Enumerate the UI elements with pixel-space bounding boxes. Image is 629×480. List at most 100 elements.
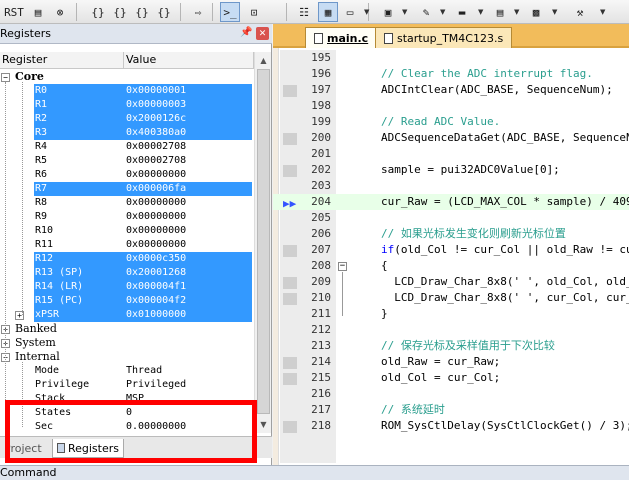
code-line[interactable]: 214 old_Raw = cur_Raw; [273, 354, 629, 370]
code-line[interactable]: 203 [273, 178, 629, 194]
register-value[interactable]: Privileged [124, 378, 252, 392]
register-row[interactable]: R3 0x400380a0 [0, 126, 254, 140]
dropdown-arrow-icon[interactable]: ▼ [552, 3, 560, 21]
code-line[interactable]: 199 // Read ADC Value. [273, 114, 629, 130]
register-row[interactable]: + xPSR 0x01000000 [0, 308, 254, 322]
register-value[interactable]: 0x000004f1 [124, 280, 252, 294]
toolbar-button-icon[interactable]: ▬ [452, 2, 472, 22]
scroll-up-arrow-icon[interactable]: ▲ [257, 54, 270, 67]
register-value[interactable]: 0x00002708 [124, 140, 252, 154]
toolbar-button-icon[interactable]: ▤ [490, 2, 510, 22]
scroll-down-arrow-icon[interactable]: ▼ [257, 418, 270, 431]
dropdown-arrow-icon[interactable]: ▼ [600, 3, 608, 21]
register-row[interactable]: Privilege Privileged [0, 378, 254, 392]
code-line[interactable]: 200 ADCSequenceDataGet(ADC_BASE, Sequence… [273, 130, 629, 146]
register-value[interactable]: 0 [124, 406, 252, 420]
pin-icon[interactable]: 📌 [240, 27, 252, 38]
code-line[interactable]: 205 [273, 210, 629, 226]
collapse-icon[interactable]: − [1, 73, 10, 82]
toolbar-button-icon[interactable]: {} [110, 2, 130, 22]
tree-group-internal[interactable]: − Internal [0, 350, 254, 364]
register-row[interactable]: R9 0x00000000 [0, 210, 254, 224]
register-value[interactable]: 0.00000000 [124, 420, 252, 433]
scroll-thumb[interactable] [257, 69, 270, 414]
tab-registers[interactable]: Registers [52, 439, 124, 458]
register-row[interactable]: Mode Thread [0, 364, 254, 378]
toolbar-button-icon[interactable]: {} [132, 2, 152, 22]
register-row[interactable]: R7 0x000006fa [0, 182, 254, 196]
dropdown-arrow-icon[interactable]: ▼ [364, 3, 372, 21]
register-row[interactable]: Stack MSP [0, 392, 254, 406]
register-value[interactable]: 0x00000000 [124, 210, 252, 224]
toolbar-button-icon[interactable]: ▣ [378, 2, 398, 22]
register-row[interactable]: R2 0x2000126c [0, 112, 254, 126]
register-row[interactable]: R12 0x0000c350 [0, 252, 254, 266]
toolbar-button-icon[interactable]: {} [154, 2, 174, 22]
code-line[interactable]: 218 ROM_SysCtlDelay(SysCtlClockGet() / 3)… [273, 418, 629, 434]
fold-icon[interactable]: − [338, 262, 347, 271]
dropdown-arrow-icon[interactable]: ▼ [478, 3, 486, 21]
register-row[interactable]: R13 (SP) 0x20001268 [0, 266, 254, 280]
register-value[interactable]: 0x00000000 [124, 196, 252, 210]
code-line[interactable]: 198 [273, 98, 629, 114]
toolbar-button-icon[interactable]: ⚒ [570, 2, 590, 22]
register-value[interactable]: 0x20001268 [124, 266, 252, 280]
code-line[interactable]: 213 // 保存光标及采样值用于下次比较 [273, 338, 629, 354]
register-row[interactable]: States 0 [0, 406, 254, 420]
toolbar-button-icon[interactable]: ▩ [526, 2, 546, 22]
code-line[interactable]: 217 // 系统延时 [273, 402, 629, 418]
register-row[interactable]: R5 0x00002708 [0, 154, 254, 168]
register-value[interactable]: 0x01000000 [124, 308, 252, 322]
register-value[interactable]: 0x00000000 [124, 168, 252, 182]
code-line[interactable]: 208− { [273, 258, 629, 274]
tab-main-c[interactable]: main.c [305, 27, 378, 48]
register-value[interactable]: 0x00000000 [124, 238, 252, 252]
register-row[interactable]: R10 0x00000000 [0, 224, 254, 238]
code-line[interactable]: 197 ADCIntClear(ADC_BASE, SequenceNum); [273, 82, 629, 98]
tab-startup-file[interactable]: startup_TM4C123.s [375, 27, 513, 48]
code-line[interactable]: ▶▶ 204 cur_Raw = (LCD_MAX_COL * sample) / … [273, 194, 629, 210]
code-line[interactable]: 209 LCD_Draw_Char_8x8(' ', old_Col, old_… [273, 274, 629, 290]
register-row[interactable]: R11 0x00000000 [0, 238, 254, 252]
code-line[interactable]: 201 [273, 146, 629, 162]
tab-project[interactable]: Project [0, 439, 46, 458]
register-value[interactable]: 0x400380a0 [124, 126, 252, 140]
register-value[interactable]: 0x00000003 [124, 98, 252, 112]
tree-group-banked[interactable]: + Banked [0, 322, 254, 336]
code-area[interactable]: 195 196// Clear the ADC interrupt flag. 19… [273, 50, 629, 463]
register-value[interactable]: 0x2000126c [124, 112, 252, 126]
toolbar-button-icon[interactable]: ⊡ [244, 2, 264, 22]
register-value[interactable]: 0x0000c350 [124, 252, 252, 266]
register-value[interactable]: 0x00000001 [124, 84, 252, 98]
code-line[interactable]: 202 sample = pui32ADC0Value[0]; [273, 162, 629, 178]
toolbar-button-icon[interactable]: >_ [220, 2, 240, 22]
toolbar-button-icon[interactable]: ✎ [416, 2, 436, 22]
dropdown-arrow-icon[interactable]: ▼ [514, 3, 522, 21]
register-value[interactable]: Thread [124, 364, 252, 378]
register-row[interactable]: R6 0x00000000 [0, 168, 254, 182]
register-row[interactable]: R8 0x00000000 [0, 196, 254, 210]
code-line[interactable]: 212 [273, 322, 629, 338]
dropdown-arrow-icon[interactable]: ▼ [440, 3, 448, 21]
code-line[interactable]: 196 // Clear the ADC interrupt flag. [273, 66, 629, 82]
dropdown-arrow-icon[interactable]: ▼ [402, 3, 410, 21]
register-value[interactable]: 0x00000000 [124, 224, 252, 238]
register-row[interactable]: R4 0x00002708 [0, 140, 254, 154]
code-line[interactable]: 210 LCD_Draw_Char_8x8(' ', cur_Col, cur_… [273, 290, 629, 306]
toolbar-button-icon[interactable]: ▭ [340, 2, 360, 22]
vertical-scrollbar[interactable]: ▲ ▼ [254, 52, 271, 433]
register-value[interactable]: 0x000006fa [124, 182, 252, 196]
toolbar-button-icon[interactable]: ▤ [28, 2, 48, 22]
toolbar-button-icon[interactable]: ⊗ [50, 2, 70, 22]
code-line[interactable]: 216 [273, 386, 629, 402]
register-row[interactable]: R1 0x00000003 [0, 98, 254, 112]
register-value[interactable]: 0x000004f2 [124, 294, 252, 308]
close-icon[interactable]: ✕ [256, 27, 269, 40]
register-value[interactable]: MSP [124, 392, 252, 406]
code-line[interactable]: 215 old_Col = cur_Col; [273, 370, 629, 386]
column-header-register[interactable]: Register [0, 52, 124, 69]
tree-group-system[interactable]: + System [0, 336, 254, 350]
code-line[interactable]: 211} [273, 306, 629, 322]
code-line[interactable]: 207 if(old_Col != cur_Col || old_Raw != c… [273, 242, 629, 258]
toolbar-button-icon[interactable]: {} [88, 2, 108, 22]
